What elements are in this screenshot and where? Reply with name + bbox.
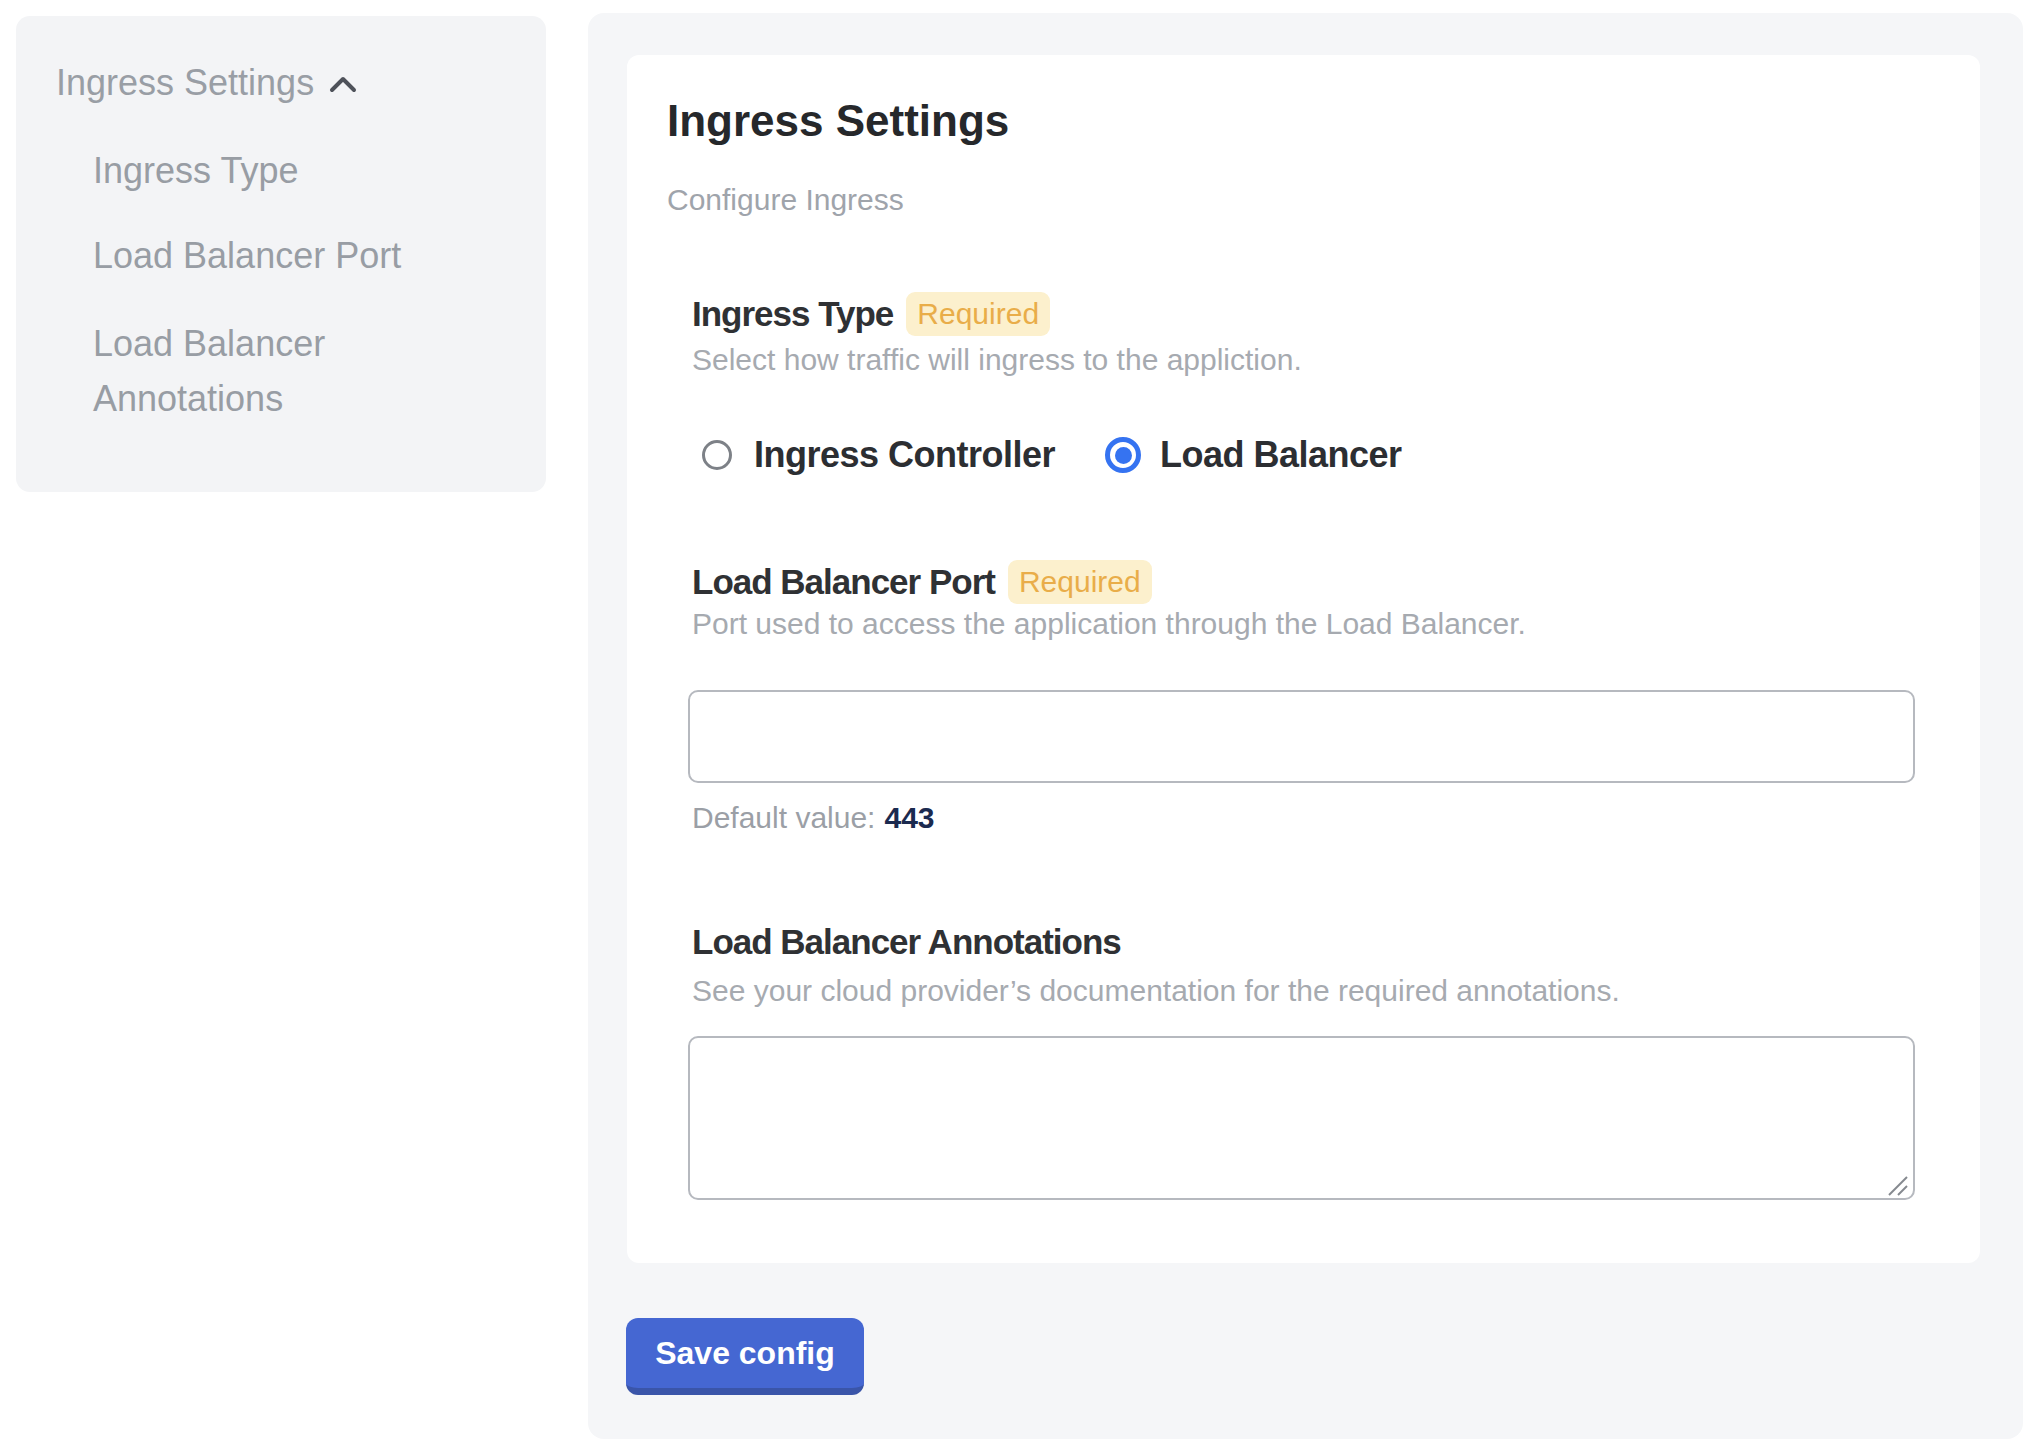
nav-item-ingress-type[interactable]: Ingress Type <box>93 150 298 192</box>
radio-option-ingress-controller[interactable]: Ingress Controller <box>702 423 1055 487</box>
lb-annotations-textarea[interactable] <box>688 1036 1915 1200</box>
default-value-label: Default value: <box>692 801 875 834</box>
default-value: 443 <box>884 801 934 834</box>
settings-nav-panel: Ingress Settings Ingress Type Load Balan… <box>16 16 546 492</box>
card-title: Ingress Settings <box>667 96 1009 146</box>
nav-section-ingress-settings[interactable]: Ingress Settings <box>56 62 357 104</box>
field-desc-ingress-type: Select how traffic will ingress to the a… <box>692 343 1302 377</box>
field-label-lb-port: Load Balancer Port <box>692 562 995 602</box>
chevron-up-icon <box>329 74 357 94</box>
radio-label-ingress-controller: Ingress Controller <box>754 434 1055 476</box>
field-desc-lb-annotations: See your cloud provider’s documentation … <box>692 974 1620 1008</box>
required-badge: Required <box>906 292 1050 336</box>
lb-port-input[interactable] <box>688 690 1915 783</box>
ingress-type-header: Ingress Type Required <box>692 292 1050 336</box>
required-badge: Required <box>1008 560 1152 604</box>
lb-port-header: Load Balancer Port Required <box>692 560 1152 604</box>
nav-section-label: Ingress Settings <box>56 62 314 104</box>
radio-ingress-controller[interactable] <box>702 440 732 470</box>
resize-handle-icon[interactable] <box>1885 1173 1911 1199</box>
default-value-row: Default value: 443 <box>692 801 935 835</box>
radio-label-load-balancer: Load Balancer <box>1160 434 1402 476</box>
radio-load-balancer[interactable] <box>1105 437 1141 473</box>
field-desc-lb-port: Port used to access the application thro… <box>692 607 1526 641</box>
save-config-button[interactable]: Save config <box>626 1318 864 1395</box>
field-label-lb-annotations: Load Balancer Annotations <box>692 922 1121 962</box>
nav-item-load-balancer-annotations[interactable]: Load Balancer Annotations <box>93 316 453 426</box>
field-label-ingress-type: Ingress Type <box>692 294 893 334</box>
lb-annotations-header: Load Balancer Annotations <box>692 922 1121 962</box>
radio-option-load-balancer[interactable]: Load Balancer <box>1105 423 1402 487</box>
nav-item-load-balancer-port[interactable]: Load Balancer Port <box>93 235 401 277</box>
ingress-settings-card: Ingress Settings Configure Ingress Ingre… <box>627 55 1980 1263</box>
settings-panel: Ingress Settings Configure Ingress Ingre… <box>588 13 2023 1439</box>
card-subtitle: Configure Ingress <box>667 183 904 217</box>
